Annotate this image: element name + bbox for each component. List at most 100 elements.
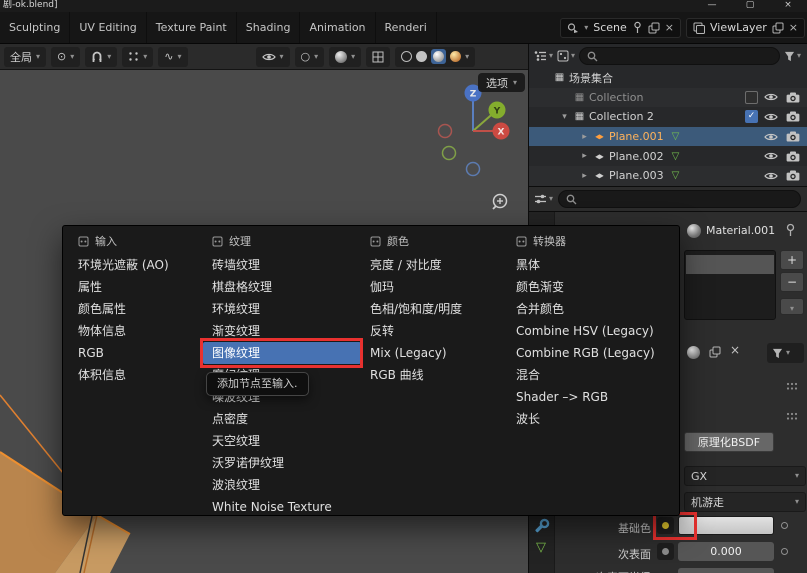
menu-item[interactable]: 色相/饱和度/明度 [361,298,507,320]
add-material-slot-button[interactable]: + [780,250,804,270]
menu-item[interactable]: 砖墙纹理 [203,254,361,276]
base-color-swatch[interactable] [678,516,774,535]
menu-item-highlighted[interactable]: 图像纹理 [203,342,361,364]
menu-item[interactable]: 属性 [69,276,203,298]
collection-checkbox[interactable]: ✓ [745,110,758,123]
filter-dropdown[interactable]: ▾ [784,51,801,62]
disable-in-renders-icon[interactable] [786,111,800,122]
disable-in-renders-icon[interactable] [786,151,800,162]
maximize-button[interactable]: ▢ [731,0,769,11]
menu-item[interactable]: Combine RGB (Legacy) [507,342,671,364]
properties-search-input[interactable] [581,192,793,207]
menu-item[interactable]: 混合 [507,364,671,386]
menu-item[interactable]: 渐变纹理 [203,320,361,342]
workspace-tab[interactable]: UV Editing [70,12,146,43]
material-slot-list[interactable] [684,250,776,320]
editor-type-dropdown[interactable]: ▾ [534,50,553,62]
snap-dropdown[interactable]: ▾ [85,47,117,67]
menu-item[interactable]: Shader –> RGB [507,386,671,408]
outliner-row[interactable]: ▸ ◆ Plane.001 ▽ [529,127,807,147]
minimize-button[interactable]: — [693,0,731,11]
disable-in-renders-icon[interactable] [786,131,800,142]
menu-item[interactable]: RGB 曲线 [361,364,507,386]
menu-item[interactable]: Mix (Legacy) [361,342,507,364]
material-filter-dropdown[interactable]: ▾ [767,343,804,363]
material-datablock-icon[interactable] [687,346,700,359]
workspace-tab[interactable]: Sculpting [0,12,70,43]
close-button[interactable]: × [769,0,807,11]
menu-item[interactable]: 颜色渐变 [507,276,671,298]
menu-item[interactable]: 环境纹理 [203,298,361,320]
viewlayer-selector[interactable]: ViewLayer × [686,18,805,38]
menu-item[interactable]: 物体信息 [69,320,203,342]
panel-drag-dots[interactable] [785,412,799,421]
base-color-socket-button[interactable] [657,517,674,534]
disclosure-icon[interactable]: ▸ [577,132,592,142]
properties-editor-type-dropdown[interactable]: ▾ [534,193,553,205]
workspace-tab[interactable]: Texture Paint [147,12,237,43]
zoom-icon[interactable] [489,191,511,213]
outliner-row[interactable]: ▸ ◆ Plane.002 ▽ [529,146,807,166]
properties-search[interactable] [558,190,801,208]
menu-item[interactable]: 亮度 / 对比度 [361,254,507,276]
hide-in-viewport-icon[interactable] [764,112,778,122]
outliner-row[interactable]: ▦ Collection ▽ [529,88,807,108]
solid-mode-icon[interactable] [416,51,427,62]
hide-in-viewport-icon[interactable] [764,132,778,142]
transform-orientation-dropdown[interactable]: 全局 ▾ [4,47,46,67]
pin-icon[interactable] [785,223,796,237]
unlink-material-button[interactable]: × [730,344,740,356]
disclosure-icon[interactable]: ▸ [577,171,592,181]
xray-toggle[interactable] [366,47,390,67]
pin-icon[interactable] [632,21,643,34]
menu-item[interactable]: 天空纹理 [203,430,361,452]
modifier-wrench-icon[interactable] [534,518,550,534]
subsurface-method-dropdown[interactable]: 机游走 ▾ [684,492,806,512]
hide-in-viewport-icon[interactable] [764,151,778,161]
gizmo-z-label[interactable]: Z [470,90,477,100]
menu-item[interactable]: 环境光遮蔽 (AO) [69,254,203,276]
workspace-tab[interactable]: Shading [237,12,301,43]
material-slot-selected[interactable] [686,255,774,274]
menu-item[interactable]: 棋盘格纹理 [203,276,361,298]
menu-item[interactable]: Combine HSV (Legacy) [507,320,671,342]
disclosure-icon[interactable]: ▸ [577,151,592,161]
new-copy-icon[interactable] [772,22,784,34]
menu-item[interactable]: 波浪纹理 [203,474,361,496]
workspace-tab[interactable]: Animation [300,12,375,43]
overlays-dropdown[interactable]: ▾ [256,47,290,67]
menu-item[interactable]: 体积信息 [69,364,203,386]
decorator-dot[interactable] [781,522,788,529]
pivot-point-dropdown[interactable]: ⊙ ▾ [51,47,80,67]
menu-item[interactable]: 沃罗诺伊纹理 [203,452,361,474]
menu-item[interactable]: 点密度 [203,408,361,430]
render-preview-dropdown[interactable]: ▾ [329,47,361,67]
surface-shader-button[interactable]: 原理化BSDF [684,432,774,452]
collection-checkbox[interactable] [745,91,758,104]
menu-item[interactable]: 波长 [507,408,671,430]
distribution-dropdown[interactable]: GX ▾ [684,466,806,486]
remove-material-slot-button[interactable]: − [780,272,804,292]
decorator-dot[interactable] [781,548,788,555]
gizmo-y-label[interactable]: Y [493,107,501,117]
scene-selector[interactable]: ▾ Scene × [560,18,681,38]
slot-specials-dropdown[interactable]: ▾ [780,298,804,315]
workspace-tab[interactable]: Renderi [376,12,437,43]
snap-settings-dropdown[interactable]: ▾ [122,47,153,67]
tool-options-dropdown[interactable]: 选项 ▾ [478,73,525,92]
menu-item[interactable]: 颜色属性 [69,298,203,320]
remove-viewlayer-icon[interactable]: × [789,22,798,33]
navigation-gizmo[interactable]: Z Y X [433,80,515,184]
copy-material-icon[interactable] [709,346,721,358]
disable-in-renders-icon[interactable] [786,92,800,103]
shading-mode-switcher[interactable]: ▾ [395,47,475,67]
subsurface-value-field[interactable]: 0.000 [678,542,774,561]
rendered-mode-icon[interactable] [450,51,461,62]
disclosure-icon[interactable]: ▾ [557,112,572,122]
outliner-search-input[interactable] [602,49,772,64]
material-preview-mode-active[interactable] [431,49,446,64]
menu-item[interactable]: 黑体 [507,254,671,276]
subsurface-radius-field[interactable] [678,568,774,573]
menu-item[interactable]: RGB [69,342,203,364]
outliner-row[interactable]: ▦ 场景集合 ▽ [529,68,807,88]
